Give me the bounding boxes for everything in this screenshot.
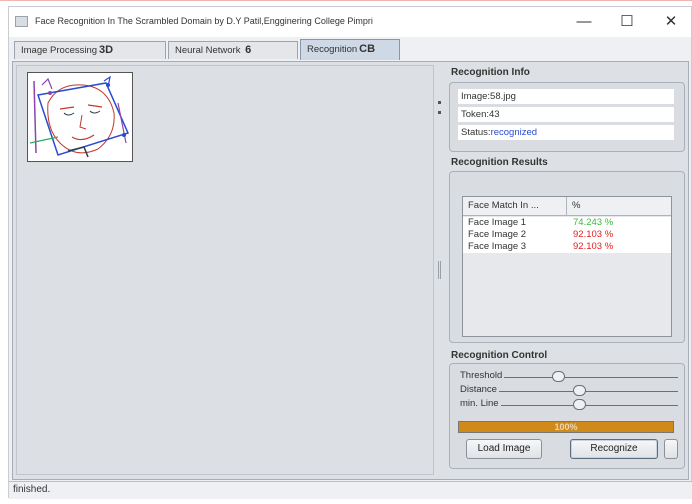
- status-value: recognized: [490, 127, 538, 138]
- load-image-button[interactable]: Load Image: [466, 439, 542, 459]
- face-thumbnail-image[interactable]: [27, 72, 133, 162]
- distance-label: Distance: [460, 384, 499, 395]
- split-pane-divider[interactable]: [437, 65, 443, 475]
- recognition-info-group: Image:58.jpg Token:43 Status:recognized: [449, 82, 685, 152]
- divider-grip[interactable]: [438, 261, 441, 279]
- token-value: 43: [489, 109, 500, 120]
- recognition-control-group: Threshold Distance min. Line 100% Load I…: [449, 363, 685, 469]
- tab-label: Image Processing: [21, 45, 98, 56]
- app-window: Face Recognition In The Scrambled Domain…: [8, 6, 692, 499]
- divider-arrow-up-icon[interactable]: [438, 101, 441, 104]
- tab-bar: Image Processing 3D Neural Network 6 Reco…: [12, 39, 688, 61]
- min-line-slider[interactable]: min. Line: [460, 398, 678, 411]
- recognition-control-title: Recognition Control: [451, 350, 548, 361]
- tab-image-processing[interactable]: Image Processing 3D: [14, 41, 166, 59]
- title-bar[interactable]: Face Recognition In The Scrambled Domain…: [9, 7, 691, 37]
- recognition-info-title: Recognition Info: [451, 67, 530, 78]
- threshold-slider[interactable]: Threshold: [460, 370, 678, 383]
- image-value: 58.jpg: [490, 91, 516, 102]
- tab-recognition-icon: CB: [359, 43, 376, 55]
- status-label: Status:: [461, 127, 491, 138]
- face-name-cell: Face Image 1: [468, 217, 527, 228]
- column-header-face-match[interactable]: Face Match In ...: [463, 197, 567, 215]
- window-top-edge: [0, 0, 692, 1]
- threshold-label: Threshold: [460, 370, 505, 381]
- minimize-button[interactable]: —: [567, 11, 601, 33]
- image-info-row: Image:58.jpg: [458, 89, 674, 104]
- maximize-button[interactable]: ☐: [610, 11, 644, 33]
- progress-bar: 100%: [458, 421, 674, 433]
- face-sketch-icon: [28, 73, 132, 161]
- distance-knob[interactable]: [572, 385, 586, 396]
- distance-slider[interactable]: Distance: [460, 384, 678, 397]
- status-text: finished.: [13, 484, 51, 495]
- table-row[interactable]: Face Image 1 74.243 %: [463, 217, 671, 229]
- app-icon: [15, 16, 28, 27]
- tab-neural-network[interactable]: Neural Network 6: [168, 41, 298, 59]
- window-title: Face Recognition In The Scrambled Domain…: [35, 16, 373, 26]
- close-button[interactable]: ✕: [654, 11, 688, 33]
- results-table[interactable]: Face Match In ... % Face Image 1 74.243 …: [462, 196, 672, 337]
- extra-button[interactable]: [664, 439, 678, 459]
- token-info-row: Token:43: [458, 107, 674, 122]
- image-label: Image:: [461, 91, 491, 102]
- tab-label: Recognition: [307, 44, 358, 55]
- token-label: Token:: [461, 109, 489, 120]
- table-row[interactable]: Face Image 2 92.103 %: [463, 229, 671, 241]
- face-name-cell: Face Image 2: [468, 229, 527, 240]
- progress-text: 100%: [554, 422, 578, 432]
- tab-recognition[interactable]: Recognition CB: [300, 39, 400, 60]
- match-percent-cell: 74.243 %: [573, 217, 614, 228]
- tab-content: Recognition Info Image:58.jpg Token:43 S…: [12, 61, 689, 480]
- table-row[interactable]: Face Image 3 92.103 %: [463, 241, 671, 253]
- recognition-results-group: Face Match In ... % Face Image 1 74.243 …: [449, 171, 685, 343]
- face-name-cell: Face Image 3: [468, 241, 527, 252]
- recognition-side-panel: Recognition Info Image:58.jpg Token:43 S…: [447, 65, 687, 475]
- status-info-row: Status:recognized: [458, 125, 674, 140]
- recognize-button[interactable]: Recognize: [570, 439, 658, 459]
- min-line-knob[interactable]: [572, 399, 586, 410]
- min-line-label: min. Line: [460, 398, 501, 409]
- match-percent-cell: 92.103 %: [573, 229, 614, 240]
- tab-label: Neural Network: [175, 45, 241, 56]
- tab-3d-icon: 3D: [99, 44, 114, 56]
- recognition-results-title: Recognition Results: [451, 157, 548, 168]
- image-preview-panel: [16, 65, 434, 475]
- match-percent-cell: 92.103 %: [573, 241, 614, 252]
- table-header: Face Match In ... %: [463, 197, 671, 216]
- column-header-percent[interactable]: %: [567, 197, 671, 215]
- divider-arrow-down-icon[interactable]: [438, 111, 441, 114]
- tab-network-icon: 6: [245, 44, 252, 56]
- threshold-knob[interactable]: [552, 371, 566, 382]
- status-bar: finished.: [9, 481, 692, 499]
